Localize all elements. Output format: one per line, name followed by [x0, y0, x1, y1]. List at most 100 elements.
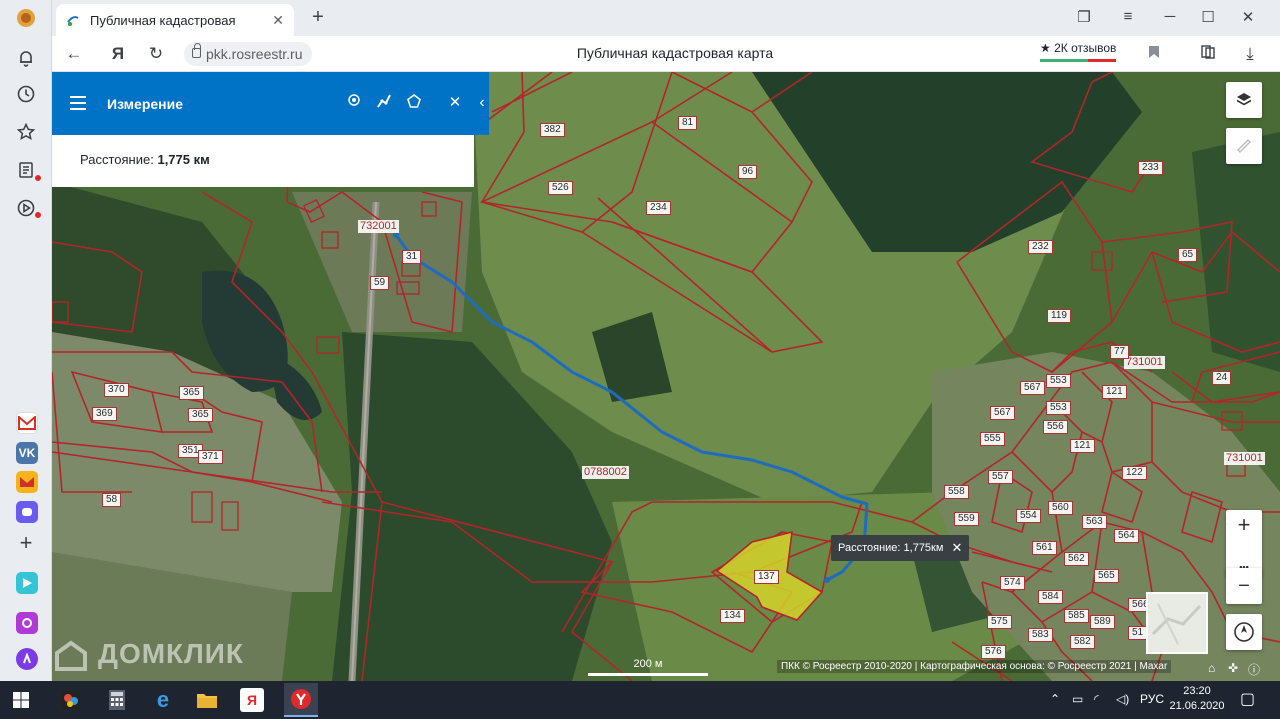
parcel-label[interactable]: 232 [1028, 240, 1053, 254]
reviews-badge[interactable]: ★ 2К отзывов [1040, 41, 1117, 62]
edge-browser-icon[interactable]: e [150, 687, 176, 713]
back-icon[interactable]: ← [64, 44, 84, 64]
reload-icon[interactable]: ↻ [146, 44, 166, 64]
parcel-label[interactable]: 365 [188, 408, 213, 422]
quarter-label[interactable]: 0788002 [582, 466, 629, 479]
tray-wifi-icon[interactable]: ◜ [1094, 692, 1099, 706]
parcel-label[interactable]: 585 [1064, 609, 1089, 623]
ruler-button[interactable] [1226, 128, 1262, 164]
yandex-browser-icon[interactable] [284, 683, 318, 717]
bookmark-page-icon[interactable] [1144, 44, 1164, 64]
yandex-app-icon[interactable]: Я [240, 688, 264, 712]
quarter-label[interactable]: 731001 [1224, 452, 1265, 465]
reader-icon[interactable] [1198, 44, 1218, 64]
menu-hamburger-icon[interactable] [70, 96, 86, 110]
measure-point-icon[interactable] [344, 93, 364, 113]
system-clock[interactable]: 23:20 21.06.2020 [1168, 684, 1226, 714]
tv-service-icon[interactable] [16, 612, 38, 634]
parcel-label[interactable]: 119 [1047, 309, 1071, 323]
yandex-home-icon[interactable]: Я [108, 44, 128, 64]
parcel-label[interactable]: 553 [1046, 401, 1071, 415]
parcel-label[interactable]: 121 [1102, 385, 1127, 399]
quarter-label[interactable]: 731001 [1124, 356, 1165, 369]
zoom-out-button[interactable]: − [1226, 568, 1262, 604]
calculator-icon[interactable] [104, 687, 130, 713]
measure-close-icon[interactable]: ✕ [445, 93, 465, 113]
parcel-label[interactable]: 365 [179, 386, 204, 400]
quarter-label[interactable]: 732001 [358, 220, 399, 233]
play-service-icon[interactable] [16, 572, 38, 594]
tray-chevron-icon[interactable]: ⌃ [1050, 692, 1060, 706]
parcel-label[interactable]: 560 [1048, 501, 1073, 515]
parcel-label[interactable]: 563 [1082, 515, 1107, 529]
gmail-icon[interactable] [16, 412, 38, 434]
parcel-label[interactable]: 233 [1138, 161, 1163, 175]
minimize-icon[interactable]: ─ [1160, 8, 1180, 25]
parcel-label[interactable]: 564 [1114, 529, 1139, 543]
parcel-label[interactable]: 134 [720, 609, 745, 623]
parcel-label[interactable]: 77 [1110, 345, 1130, 359]
tray-network-icon[interactable]: ▭ [1072, 692, 1083, 706]
parcel-label[interactable]: 557 [988, 470, 1013, 484]
notifications-icon[interactable] [14, 46, 38, 70]
parcel-label[interactable]: 582 [1070, 635, 1095, 649]
parcel-label[interactable]: 369 [92, 407, 117, 421]
parcel-label[interactable]: 589 [1090, 615, 1115, 629]
mail-icon[interactable] [16, 471, 38, 493]
overview-minimap[interactable] [1146, 592, 1208, 654]
parcel-label[interactable]: 58 [102, 493, 122, 507]
downloads-icon[interactable]: ⤓ [1240, 44, 1260, 64]
language-indicator[interactable]: РУС [1140, 692, 1164, 706]
parcel-label[interactable]: 51 [1128, 626, 1148, 640]
tab-pkk[interactable]: Публичная кадастровая ✕ [56, 4, 294, 36]
browser-logo-icon[interactable] [14, 6, 38, 30]
parcel-label[interactable]: 559 [954, 512, 979, 526]
parcel-label[interactable]: 121 [1070, 439, 1095, 453]
parcel-label[interactable]: 574 [1000, 576, 1025, 590]
parcel-label[interactable]: 567 [1020, 381, 1045, 395]
parcel-label[interactable]: 558 [944, 485, 969, 499]
history-icon[interactable] [14, 82, 38, 106]
new-tab-button[interactable]: + [308, 7, 328, 28]
parcel-label[interactable]: 553 [1046, 374, 1071, 388]
parcel-label[interactable]: 65 [1178, 248, 1198, 262]
parcel-label[interactable]: 382 [540, 123, 565, 137]
parcel-label[interactable]: 576 [981, 645, 1006, 659]
menu-icon[interactable]: ≡ [1118, 8, 1138, 25]
parcel-label[interactable]: 137 [754, 570, 779, 584]
zoom-in-button[interactable]: + [1238, 514, 1251, 536]
parcel-label[interactable]: 584 [1038, 590, 1063, 604]
collapse-panel-icon[interactable]: ‹ [472, 93, 492, 113]
parcel-label[interactable]: 371 [198, 450, 223, 464]
windows-start-icon[interactable] [8, 687, 34, 713]
parcel-label[interactable]: 554 [1016, 509, 1041, 523]
notification-center-icon[interactable]: ▢ [1240, 689, 1255, 709]
parcel-label[interactable]: 122 [1122, 466, 1147, 480]
vk-icon[interactable]: VK [16, 442, 38, 464]
parcel-label[interactable]: 556 [1043, 420, 1068, 434]
parcel-label[interactable]: 370 [104, 383, 129, 397]
maximize-icon[interactable]: ☐ [1198, 8, 1218, 26]
url-field[interactable]: pkk.rosreestr.ru [184, 42, 313, 66]
tray-volume-icon[interactable]: ◁) [1116, 692, 1129, 706]
paint-app-icon[interactable] [58, 687, 84, 713]
bookmarks-icon[interactable] [14, 120, 38, 144]
file-explorer-icon[interactable] [194, 687, 220, 713]
close-window-icon[interactable]: ✕ [1238, 8, 1258, 26]
parcel-label[interactable]: 234 [646, 201, 671, 215]
parcel-label[interactable]: 24 [1212, 371, 1232, 385]
parcel-label[interactable]: 583 [1028, 628, 1053, 642]
parcel-label[interactable]: 555 [980, 432, 1005, 446]
parcel-label[interactable]: 526 [548, 181, 573, 195]
tooltip-close-icon[interactable]: ✕ [952, 535, 963, 561]
locate-icon[interactable]: ✜ [1228, 661, 1238, 675]
parcel-label[interactable]: 565 [1094, 569, 1119, 583]
north-compass-button[interactable] [1226, 614, 1262, 650]
parcel-label[interactable]: 59 [370, 276, 390, 290]
parcel-label[interactable]: 567 [990, 406, 1015, 420]
parcel-label[interactable]: 561 [1032, 541, 1057, 555]
parcel-label[interactable]: 562 [1064, 552, 1089, 566]
parcel-label[interactable]: 81 [678, 116, 698, 130]
info-icon[interactable]: ⓘ [1248, 661, 1260, 678]
parcel-label[interactable]: 96 [738, 165, 758, 179]
